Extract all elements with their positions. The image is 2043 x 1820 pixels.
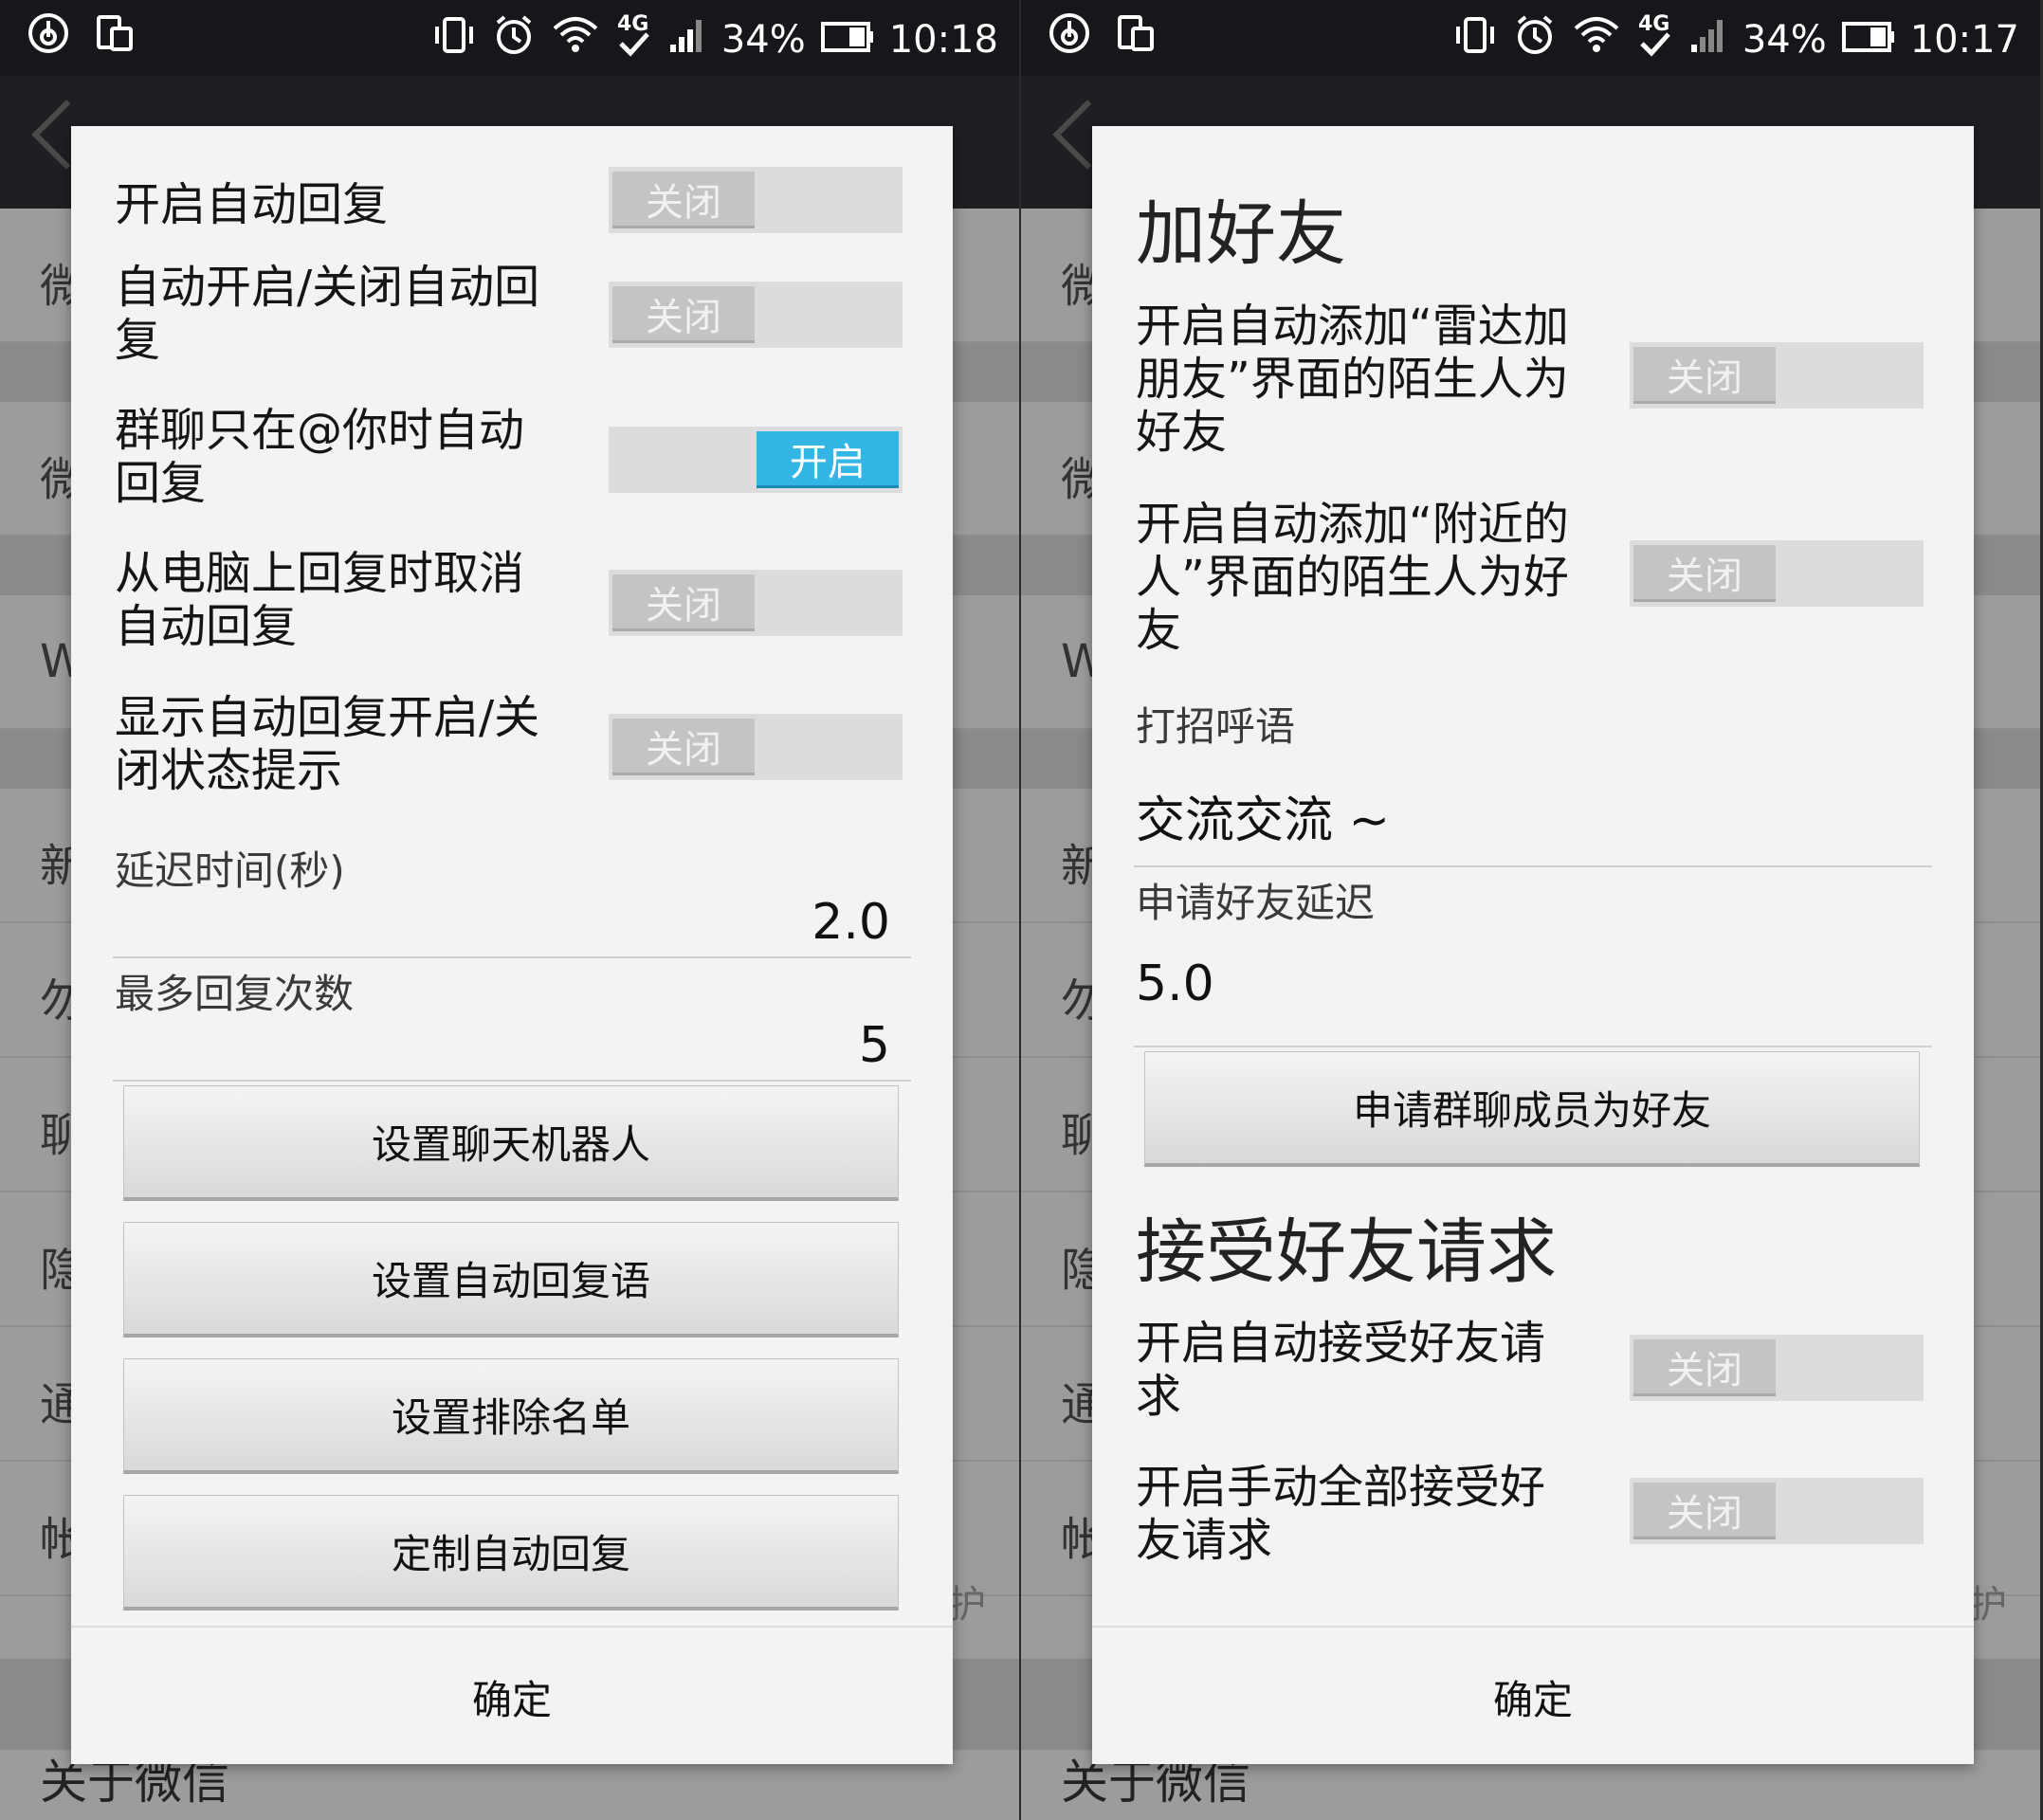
screen-rotate-icon [1116, 11, 1156, 59]
signal-icon [1689, 16, 1727, 64]
toggle-status-hint[interactable]: 关闭 [609, 714, 903, 780]
switch-label-cancel-on-pc-reply: 从电脑上回复时取消自动回复 [115, 547, 525, 653]
clock-time: 10:17 [1909, 18, 2019, 62]
auto-reply-settings-dialog: 开启自动回复 关闭 自动开启/关闭自动回复 关闭 群聊只在@你时自动回复 开启 … [71, 126, 953, 1764]
dialog-content: 加好友 开启自动添加“雷达加朋友”界面的陌生人为好友 关闭 开启自动添加“附近的… [1092, 126, 1974, 1626]
divider [113, 1080, 911, 1082]
battery-icon [1841, 18, 1895, 62]
toggle-thumb: 关闭 [612, 172, 755, 228]
toggle-radar-add[interactable]: 关闭 [1630, 342, 1924, 409]
toggle-group-at-only[interactable]: 开启 [609, 427, 903, 493]
switch-label-radar-add: 开启自动添加“雷达加朋友”界面的陌生人为好友 [1136, 300, 1569, 459]
set-auto-reply-text-button[interactable]: 设置自动回复语 [123, 1222, 899, 1338]
set-chatbot-button[interactable]: 设置聊天机器人 [123, 1085, 899, 1201]
battery-icon [820, 18, 874, 62]
max-replies-input[interactable]: 5 [859, 1017, 890, 1074]
toggle-auto-toggle[interactable]: 关闭 [609, 282, 903, 348]
toggle-thumb: 关闭 [1633, 1483, 1776, 1539]
switch-label-nearby-add: 开启自动添加“附近的人”界面的陌生人为好友 [1136, 498, 1569, 657]
toggle-cancel-on-pc-reply[interactable]: 关闭 [609, 570, 903, 636]
toggle-thumb: 关闭 [612, 719, 755, 775]
add-friends-settings-dialog: 加好友 开启自动添加“雷达加朋友”界面的陌生人为好友 关闭 开启自动添加“附近的… [1092, 126, 1974, 1764]
toggle-thumb: 关闭 [612, 286, 755, 343]
vibrate-icon [431, 13, 477, 66]
clock-time: 10:18 [888, 18, 998, 62]
toggle-manual-accept-all[interactable]: 关闭 [1630, 1478, 1924, 1544]
right-screen: 4G 34% 10:17 设置 微 微 W 新 勿 聊 隐 通 帐 护 关于微信 [1021, 0, 2040, 1820]
alarm-icon [492, 13, 536, 66]
switch-label-auto-reply: 开启自动回复 [115, 178, 389, 231]
section-title-add-friends: 加好友 [1136, 193, 1346, 275]
status-bar: 4G 34% 10:18 [0, 0, 1019, 76]
delay-input[interactable]: 2.0 [812, 894, 890, 951]
switch-label-auto-toggle: 自动开启/关闭自动回复 [115, 261, 540, 367]
netease-music-icon [27, 11, 70, 59]
ok-button[interactable]: 确定 [1092, 1628, 1974, 1764]
svg-text:4G: 4G [1638, 12, 1669, 36]
divider [1134, 865, 1932, 867]
section-title-accept-requests: 接受好友请求 [1136, 1211, 1557, 1293]
toggle-thumb: 关闭 [612, 574, 755, 631]
max-replies-label: 最多回复次数 [115, 971, 355, 1017]
switch-label-status-hint: 显示自动回复开启/关闭状态提示 [115, 691, 540, 797]
greeting-label: 打招呼语 [1136, 703, 1296, 750]
request-delay-input[interactable]: 5.0 [1136, 956, 1214, 1012]
status-bar: 4G 34% 10:17 [1021, 0, 2040, 76]
switch-label-auto-accept: 开启自动接受好友请求 [1136, 1317, 1546, 1423]
toggle-thumb: 关闭 [1633, 545, 1776, 602]
dialog-footer: 确定 [71, 1626, 953, 1764]
set-exclusion-list-button[interactable]: 设置排除名单 [123, 1358, 899, 1474]
vibrate-icon [1452, 13, 1498, 66]
divider [1134, 1046, 1932, 1047]
toggle-auto-accept[interactable]: 关闭 [1630, 1335, 1924, 1401]
toggle-nearby-add[interactable]: 关闭 [1630, 540, 1924, 607]
toggle-thumb: 关闭 [1633, 1339, 1776, 1396]
alarm-icon [1513, 13, 1557, 66]
ok-button[interactable]: 确定 [71, 1628, 953, 1764]
list-item-suffix: 护 [948, 1583, 986, 1627]
divider [113, 956, 911, 958]
dialog-content: 开启自动回复 关闭 自动开启/关闭自动回复 关闭 群聊只在@你时自动回复 开启 … [71, 126, 953, 1626]
4g-icon: 4G [1636, 11, 1674, 68]
svg-text:4G: 4G [617, 12, 648, 36]
switch-label-manual-accept-all: 开启手动全部接受好友请求 [1136, 1461, 1546, 1567]
toggle-thumb: 关闭 [1633, 347, 1776, 404]
toggle-thumb: 开启 [757, 431, 899, 488]
toggle-auto-reply[interactable]: 关闭 [609, 167, 903, 233]
request-group-members-button[interactable]: 申请群聊成员为好友 [1144, 1051, 1920, 1167]
wifi-icon [551, 13, 600, 66]
switch-label-group-at-only: 群聊只在@你时自动回复 [115, 404, 525, 510]
screen-rotate-icon [95, 11, 135, 59]
wifi-icon [1572, 13, 1621, 66]
left-screen: 4G 34% 10:18 设置 微 微 W 新 勿 聊 隐 通 帐 护 关于微信 [0, 0, 1019, 1820]
request-delay-label: 申请好友延迟 [1136, 880, 1376, 926]
battery-percent: 34% [721, 18, 806, 62]
dialog-footer: 确定 [1092, 1626, 1974, 1764]
signal-icon [668, 16, 706, 64]
battery-percent: 34% [1742, 18, 1827, 62]
delay-label: 延迟时间(秒) [115, 847, 345, 894]
4g-icon: 4G [615, 11, 653, 68]
custom-auto-reply-button[interactable]: 定制自动回复 [123, 1495, 899, 1611]
greeting-input[interactable]: 交流交流 ~ [1136, 780, 1390, 851]
list-item-suffix: 护 [1969, 1583, 2007, 1627]
netease-music-icon [1048, 11, 1091, 59]
